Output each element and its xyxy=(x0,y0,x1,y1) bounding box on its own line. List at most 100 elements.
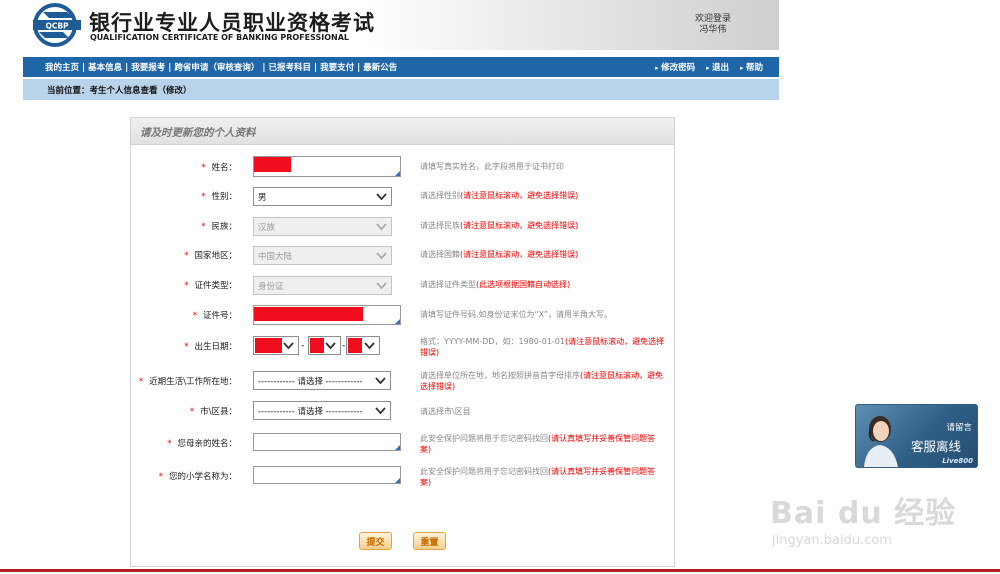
chevron-down-icon xyxy=(374,374,387,387)
school-name-input[interactable] xyxy=(253,466,401,484)
location-hint: 请选择单位所在地，地名按照拼音首字母排序(请注意鼠标滚动，避免选择错误) xyxy=(420,371,664,391)
reset-button[interactable]: 重置 xyxy=(413,532,446,550)
id-number-hint: 请填写证件号码,如身份证末位为“X”，请用半角大写。 xyxy=(420,310,612,319)
main-nav: 我的主页 | 基本信息 | 我要报考 | 跨省申请（审核查询） | 已报考科目 | 我要支付 | 最新公… xyxy=(23,57,779,77)
location-select[interactable]: ------------ 请选择 ------------ xyxy=(253,371,391,390)
chevron-down-icon xyxy=(375,190,388,203)
required-mark: * xyxy=(184,251,189,261)
gender-select[interactable]: 男 xyxy=(253,187,392,206)
nav-change-password[interactable]: 修改密码 xyxy=(655,63,695,73)
birth-year-select[interactable] xyxy=(253,336,299,355)
service-message: 请留言 xyxy=(946,423,972,433)
redacted-value xyxy=(255,338,282,353)
city-select[interactable]: ------------ 请选择 ------------ xyxy=(253,401,391,420)
watermark-main: Bai du 经验 xyxy=(770,496,957,531)
id-type-select: 身份证 xyxy=(253,276,392,295)
chevron-down-icon xyxy=(375,249,388,262)
required-mark: * xyxy=(201,163,206,173)
chevron-down-icon xyxy=(375,279,388,292)
chevron-down-icon xyxy=(324,339,337,352)
customer-service-widget[interactable]: 请留言 客服离线 Live800 xyxy=(855,404,978,468)
name-input[interactable] xyxy=(253,156,401,177)
ethnicity-value: 汉族 xyxy=(258,223,276,233)
mother-name-hint: 此安全保护问题将用于忘记密码找回(请认真填写并妥善保管问题答案) xyxy=(420,434,656,454)
nav-registered-subjects[interactable]: 已报考科目 xyxy=(269,63,312,73)
id-type-label: * 证件类型： xyxy=(184,281,237,291)
city-hint: 请选择市\区县 xyxy=(420,407,471,416)
nav-left: 我的主页 | 基本信息 | 我要报考 | 跨省申请（审核查询） | 已报考科目 | 我要支付 | 最新公… xyxy=(45,63,398,73)
required-mark: * xyxy=(167,439,172,449)
required-mark: * xyxy=(201,192,206,202)
required-mark: * xyxy=(192,311,197,321)
qcbp-logo: QCBP xyxy=(29,2,85,48)
required-mark: * xyxy=(201,222,206,232)
nav-right: 修改密码 退出 帮助 xyxy=(647,61,763,73)
service-brand: Live800 xyxy=(942,457,973,465)
required-mark: * xyxy=(184,281,189,291)
site-subtitle: QUALIFICATION CERTIFICATE OF BANKING PRO… xyxy=(90,33,350,42)
bottom-bar xyxy=(0,569,1000,572)
mother-name-input[interactable] xyxy=(253,433,401,451)
logo-text: QCBP xyxy=(45,22,69,31)
gender-value: 男 xyxy=(258,193,267,203)
service-status: 客服离线 xyxy=(910,439,961,454)
redacted-value xyxy=(254,157,291,172)
row-ethnicity: * 民族： 汉族 请选择民族(请注意鼠标滚动，避免选择错误) xyxy=(0,217,1000,237)
birth-day-select[interactable] xyxy=(346,336,380,355)
page: QCBP 银行业专业人员职业资格考试 QUALIFICATION CERTIFI… xyxy=(0,0,1000,574)
nav-help[interactable]: 帮助 xyxy=(740,63,763,73)
row-name: * 姓名： 请填写真实姓名，此字段将用于证书打印 xyxy=(0,156,1000,177)
nav-basic-info[interactable]: 基本信息 xyxy=(88,63,122,73)
required-mark: * xyxy=(158,472,163,482)
required-mark: * xyxy=(184,342,189,352)
name-hint: 请填写真实姓名，此字段将用于证书打印 xyxy=(420,162,564,171)
welcome-box: 欢迎登录 冯华伟 xyxy=(683,14,743,36)
row-mother-name: * 您母亲的姓名： 此安全保护问题将用于忘记密码找回(请认真填写并妥善保管问题答案… xyxy=(0,433,1000,454)
birth-date-group: - - xyxy=(253,336,383,356)
row-location: * 近期生活\工作所在地： ------------ 请选择 ----------… xyxy=(0,371,1000,391)
mother-name-label: * 您母亲的姓名： xyxy=(167,439,237,449)
city-value: ------------ 请选择 ------------ xyxy=(258,407,363,417)
city-label: * 市\区县： xyxy=(189,407,237,417)
redacted-value xyxy=(310,338,324,353)
welcome-label: 欢迎登录 xyxy=(694,14,731,24)
redacted-value xyxy=(348,338,362,353)
region-select: 中国大陆 xyxy=(253,246,392,265)
region-hint: 请选择国籍(请注意鼠标滚动，避免选择错误) xyxy=(420,250,579,259)
name-label: * 姓名： xyxy=(201,163,237,173)
site-header: QCBP 银行业专业人员职业资格考试 QUALIFICATION CERTIFI… xyxy=(23,0,779,50)
nav-home[interactable]: 我的主页 xyxy=(45,63,79,73)
ethnicity-select: 汉族 xyxy=(253,217,392,236)
nav-logout[interactable]: 退出 xyxy=(706,63,729,73)
required-mark: * xyxy=(138,377,144,387)
gender-label: * 性别： xyxy=(201,192,237,202)
ethnicity-hint: 请选择民族(请注意鼠标滚动，避免选择错误) xyxy=(420,221,579,230)
id-number-label: * 证件号： xyxy=(192,311,237,321)
nav-announcements[interactable]: 最新公告 xyxy=(363,63,397,73)
birth-date-label: * 出生日期： xyxy=(184,342,237,352)
id-number-input[interactable] xyxy=(253,305,401,325)
row-birth-date: * 出生日期： - - 格式：YYYY-MM-DD，如：1980-01-01(请注… xyxy=(0,336,1000,357)
chevron-down-icon xyxy=(375,220,388,233)
school-name-hint: 此安全保护问题将用于忘记密码找回(请认真填写并妥善保管问题答案) xyxy=(420,467,656,487)
chevron-down-icon xyxy=(363,339,376,352)
school-name-label: * 您的小学名称为： xyxy=(158,472,237,482)
nav-cross-province[interactable]: 跨省申请（审核查询） xyxy=(174,63,259,73)
location-value: ------------ 请选择 ------------ xyxy=(258,377,363,387)
ethnicity-label: * 民族： xyxy=(201,222,237,232)
birth-date-hint: 格式：YYYY-MM-DD，如：1980-01-01(请注意鼠标滚动，避免选择错… xyxy=(420,337,665,357)
redacted-value xyxy=(254,307,363,321)
row-id-type: * 证件类型： 身份证 请选择证件类型(此选项根据国籍自动选择) xyxy=(0,276,1000,296)
id-type-value: 身份证 xyxy=(258,282,284,292)
gender-hint: 请选择性别(请注意鼠标滚动，避免选择错误) xyxy=(420,191,579,200)
region-label: * 国家地区： xyxy=(184,251,237,261)
nav-register-exam[interactable]: 我要报考 xyxy=(131,63,165,73)
nav-payment[interactable]: 我要支付 xyxy=(320,63,354,73)
submit-button[interactable]: 提交 xyxy=(359,532,392,550)
row-region: * 国家地区： 中国大陆 请选择国籍(请注意鼠标滚动，避免选择错误) xyxy=(0,246,1000,266)
breadcrumb: 当前位置：考生个人信息查看（修改） xyxy=(23,79,779,100)
user-name: 冯华伟 xyxy=(699,25,727,35)
baidu-watermark: Bai du 经验 jingyan.baidu.com xyxy=(770,488,956,548)
location-label: * 近期生活\工作所在地： xyxy=(138,377,237,387)
birth-month-select[interactable] xyxy=(308,336,341,355)
